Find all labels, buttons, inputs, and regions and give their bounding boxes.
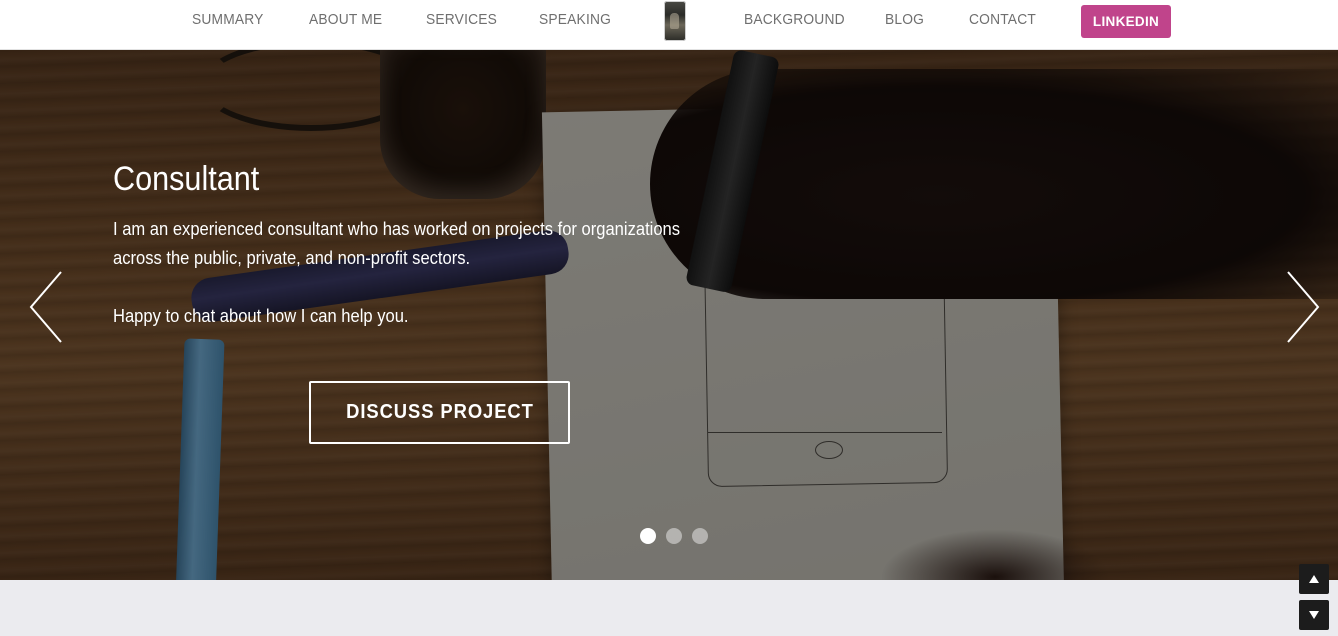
nav-link-services[interactable]: SERVICES [426, 0, 497, 40]
carousel-indicator-1[interactable] [640, 528, 656, 544]
carousel-indicator-2[interactable] [666, 528, 682, 544]
carousel-next-button[interactable] [1286, 271, 1320, 343]
chevron-left-icon [29, 271, 62, 343]
discuss-project-label: DISCUSS PROJECT [345, 401, 534, 423]
nav-link-about-me[interactable]: ABOUT ME [309, 0, 382, 40]
nav-link-background[interactable]: BACKGROUND [744, 0, 845, 40]
hero-carousel: Consultant I am an experienced consultan… [0, 49, 1338, 580]
top-navigation: SUMMARY ABOUT ME SERVICES SPEAKING BACKG… [0, 0, 1338, 50]
nav-profile-photo[interactable] [664, 1, 686, 41]
nav-link-summary[interactable]: SUMMARY [192, 0, 264, 40]
hero-title: Consultant [113, 160, 260, 198]
discuss-project-button[interactable]: DISCUSS PROJECT [309, 381, 570, 444]
nav-link-speaking[interactable]: SPEAKING [539, 0, 611, 40]
linkedin-button[interactable]: LINKEDIN [1081, 5, 1171, 38]
nav-link-blog[interactable]: BLOG [885, 0, 924, 40]
scroll-up-button[interactable] [1299, 564, 1329, 594]
nav-link-contact[interactable]: CONTACT [969, 0, 1036, 40]
hero-paragraph-2: Happy to chat about how I can help you. [113, 306, 409, 326]
carousel-indicator-3[interactable] [692, 528, 708, 544]
triangle-down-icon [1309, 611, 1319, 619]
chevron-right-icon [1287, 271, 1320, 343]
hero-paragraph-line-1: I am an experienced consultant who has w… [113, 219, 681, 239]
triangle-up-icon [1309, 575, 1319, 583]
scroll-down-button[interactable] [1299, 600, 1329, 630]
hero-paragraph-line-2: across the public, private, and non-prof… [113, 248, 471, 268]
carousel-prev-button[interactable] [29, 271, 63, 343]
